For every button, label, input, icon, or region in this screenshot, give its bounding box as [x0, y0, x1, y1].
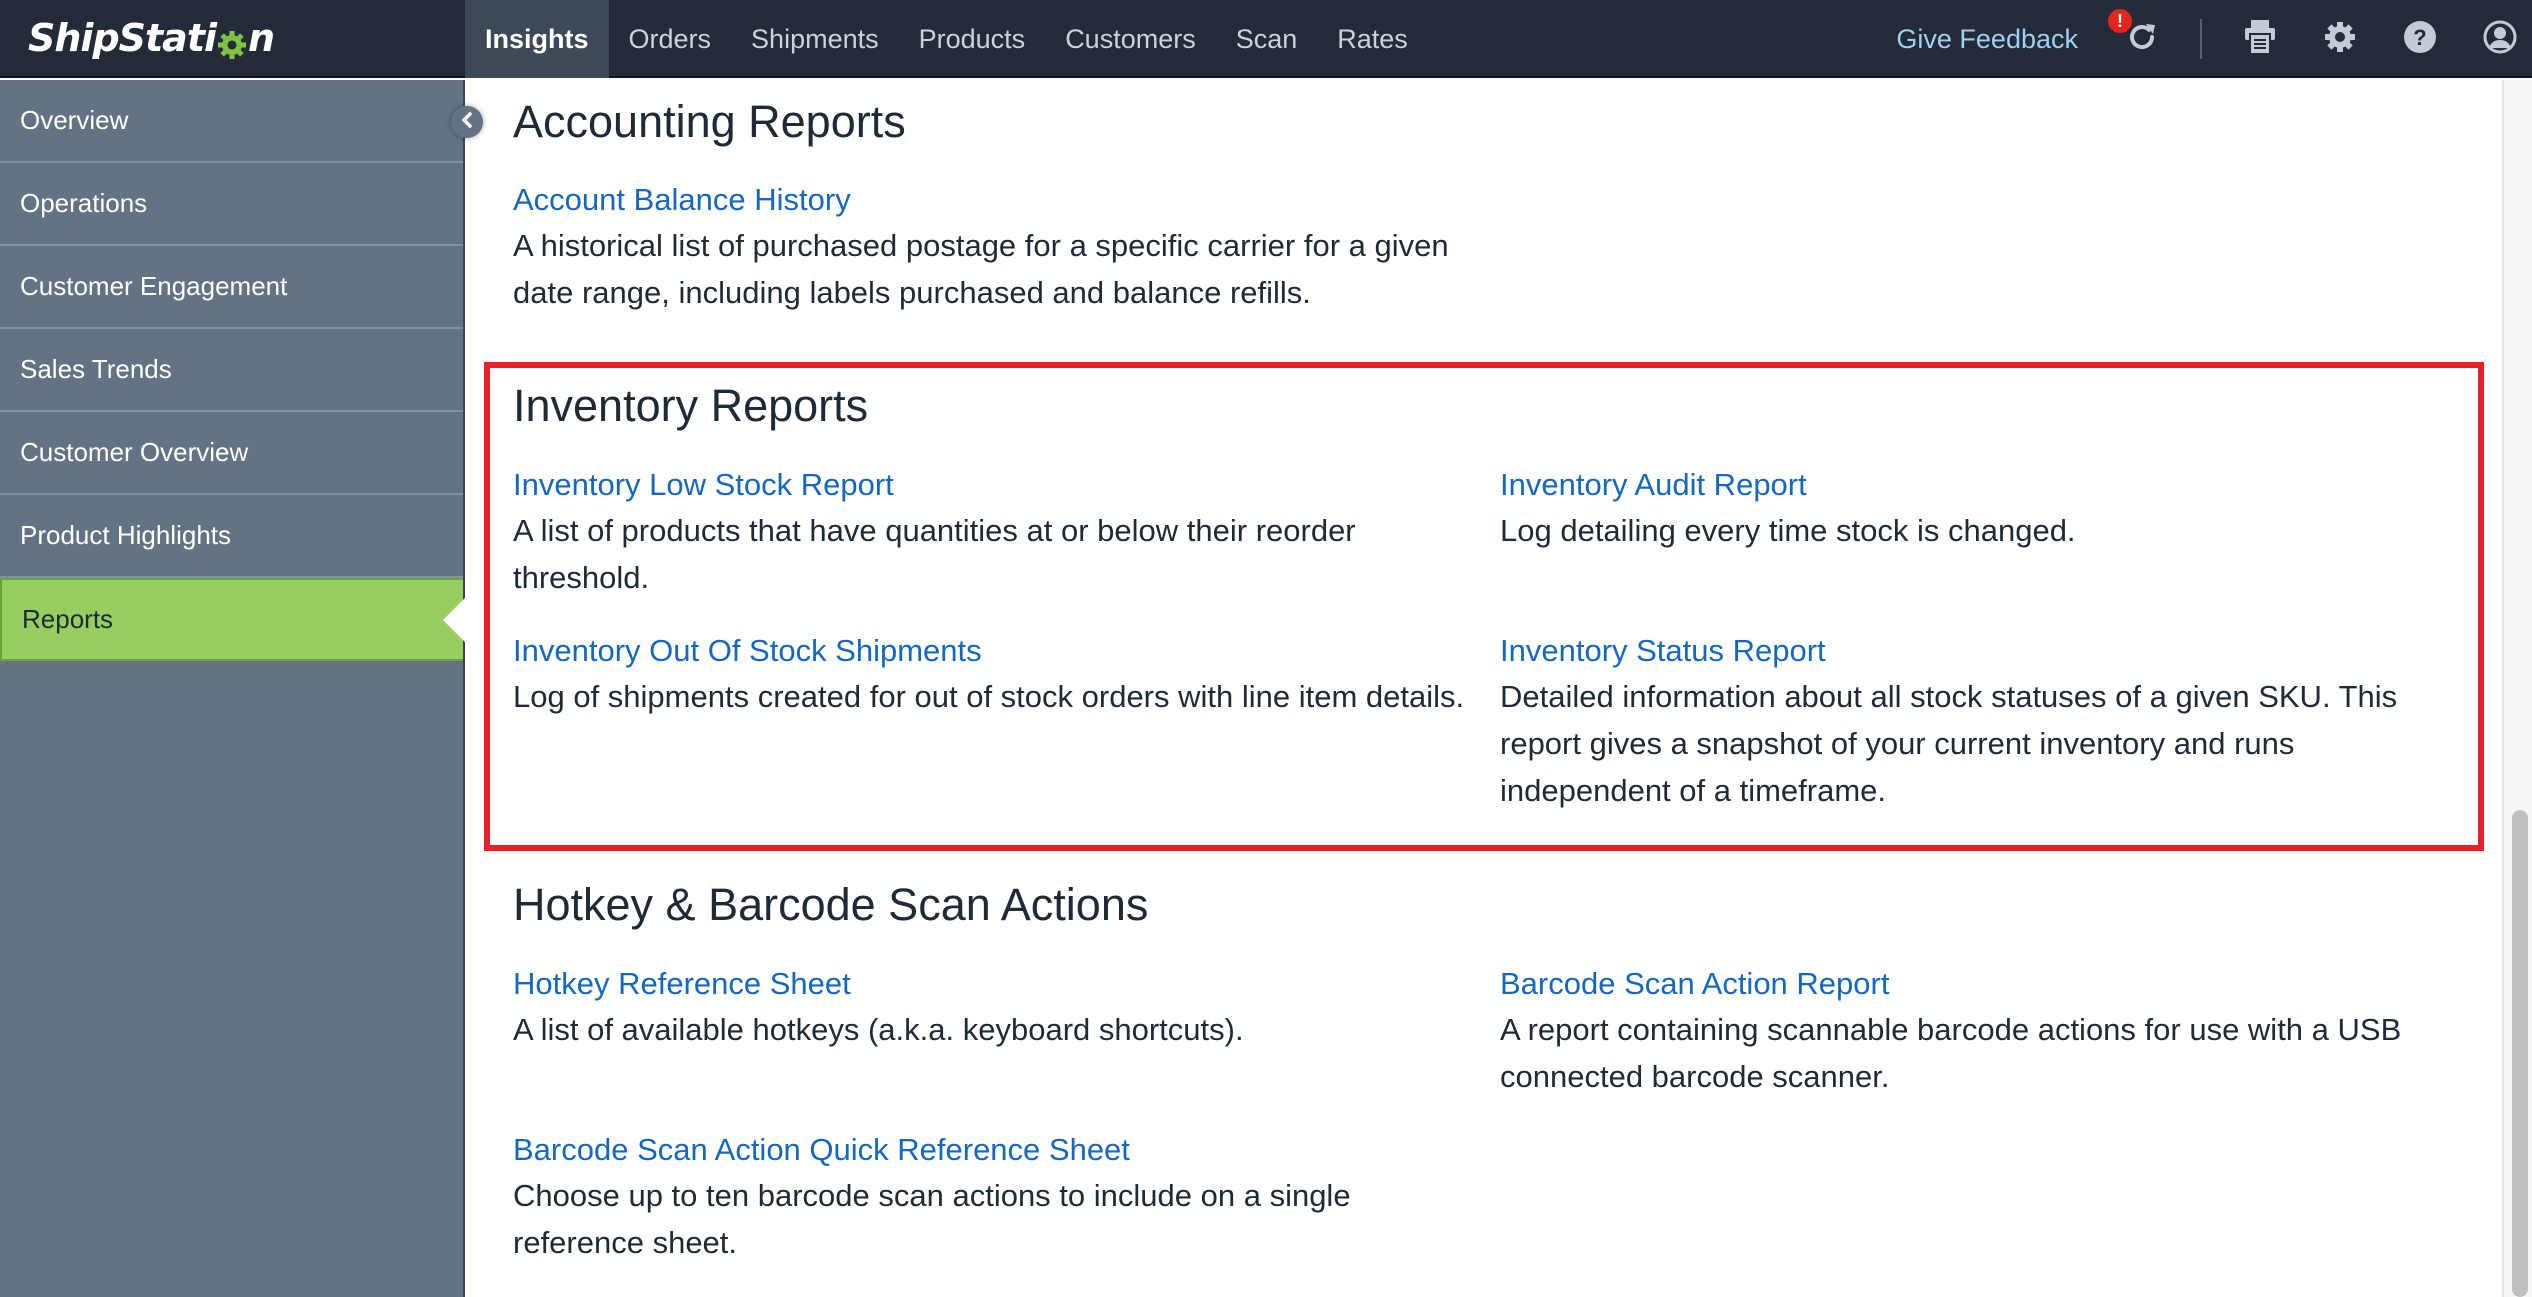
sidebar: Overview Operations Customer Engagement … [0, 80, 465, 1297]
section-title-inventory: Inventory Reports [513, 380, 869, 431]
scrollbar-thumb[interactable] [2512, 810, 2528, 1297]
report-item: Inventory Out Of Stock Shipments Log of … [513, 629, 1473, 720]
report-link-account-balance-history[interactable]: Account Balance History [513, 178, 1473, 222]
report-description: Log detailing every time stock is change… [1500, 513, 2076, 548]
nav-tab-rates[interactable]: Rates [1317, 0, 1428, 78]
report-item: Inventory Status Report Detailed informa… [1500, 629, 2460, 814]
header-divider [2200, 19, 2202, 59]
report-item: Account Balance History A historical lis… [513, 178, 1473, 316]
sidebar-item-operations[interactable]: Operations [0, 163, 463, 246]
nav-tab-insights[interactable]: Insights [465, 0, 609, 78]
chevron-left-icon [459, 111, 475, 134]
report-link-inventory-status[interactable]: Inventory Status Report [1500, 629, 2460, 673]
report-link-hotkey-reference-sheet[interactable]: Hotkey Reference Sheet [513, 962, 1473, 1006]
sidebar-item-label: Product Highlights [20, 520, 231, 550]
help-icon: ? [2403, 20, 2437, 59]
report-link-barcode-quick-reference[interactable]: Barcode Scan Action Quick Reference Shee… [513, 1128, 1473, 1172]
nav-tab-orders[interactable]: Orders [609, 0, 732, 78]
sidebar-item-customer-engagement[interactable]: Customer Engagement [0, 246, 463, 329]
report-link-inventory-low-stock[interactable]: Inventory Low Stock Report [513, 463, 1473, 507]
sidebar-item-product-highlights[interactable]: Product Highlights [0, 495, 463, 578]
printer-icon [2243, 18, 2277, 61]
report-link-inventory-out-of-stock-shipments[interactable]: Inventory Out Of Stock Shipments [513, 629, 1473, 673]
alert-badge: ! [2108, 9, 2132, 33]
logo-text-start: ShipStati [28, 16, 217, 60]
refresh-button[interactable]: ! [2108, 9, 2162, 59]
sidebar-item-reports[interactable]: Reports [0, 578, 465, 661]
report-description: A historical list of purchased postage f… [513, 228, 1449, 310]
section-title-hotkey-barcode: Hotkey & Barcode Scan Actions [513, 879, 1149, 930]
sidebar-item-label: Customer Overview [20, 437, 249, 467]
main-nav: Insights Orders Shipments Products Custo… [465, 0, 1428, 78]
report-description: A list of products that have quantities … [513, 513, 1356, 595]
report-description: Log of shipments created for out of stoc… [513, 679, 1465, 714]
section-title-accounting: Accounting Reports [513, 96, 906, 147]
sidebar-item-label: Operations [20, 188, 148, 218]
sidebar-item-label: Sales Trends [20, 354, 172, 384]
report-link-barcode-scan-action-report[interactable]: Barcode Scan Action Report [1500, 962, 2460, 1006]
report-item: Barcode Scan Action Report A report cont… [1500, 962, 2460, 1100]
collapse-sidebar-button[interactable] [451, 106, 483, 138]
report-description: A report containing scannable barcode ac… [1500, 1012, 2402, 1094]
nav-tab-scan[interactable]: Scan [1216, 0, 1318, 78]
logo-text-end: n [248, 16, 275, 60]
nav-tab-customers[interactable]: Customers [1045, 0, 1216, 78]
report-description: Choose up to ten barcode scan actions to… [513, 1178, 1351, 1260]
user-account-button[interactable] [2480, 19, 2520, 59]
give-feedback-link[interactable]: Give Feedback [1896, 24, 2078, 55]
print-button[interactable] [2240, 19, 2280, 59]
sidebar-item-customer-overview[interactable]: Customer Overview [0, 412, 463, 495]
report-item: Barcode Scan Action Quick Reference Shee… [513, 1128, 1473, 1266]
gear-icon [2323, 20, 2357, 59]
reports-content: Accounting Reports Account Balance Histo… [467, 80, 2497, 1297]
shipstation-logo[interactable]: ShipStati n [28, 12, 275, 64]
report-item: Inventory Low Stock Report A list of pro… [513, 463, 1473, 601]
nav-tab-shipments[interactable]: Shipments [731, 0, 899, 78]
sidebar-item-label: Overview [20, 105, 129, 135]
top-navigation-bar: ShipStati n Insights Orders Shipments Pr… [0, 0, 2532, 78]
sidebar-item-overview[interactable]: Overview [0, 80, 463, 163]
sidebar-item-sales-trends[interactable]: Sales Trends [0, 329, 463, 412]
content-scrollbar[interactable] [2502, 80, 2532, 1297]
header-actions: Give Feedback ! ? [1896, 0, 2532, 78]
svg-text:?: ? [2413, 25, 2426, 50]
nav-tab-products[interactable]: Products [899, 0, 1046, 78]
user-icon [2483, 20, 2517, 59]
settings-button[interactable] [2320, 19, 2360, 59]
sidebar-item-label: Customer Engagement [20, 271, 288, 301]
report-description: Detailed information about all stock sta… [1500, 679, 2398, 808]
help-button[interactable]: ? [2400, 19, 2440, 59]
logo-gear-icon [217, 25, 247, 59]
report-link-inventory-audit[interactable]: Inventory Audit Report [1500, 463, 2460, 507]
report-description: A list of available hotkeys (a.k.a. keyb… [513, 1012, 1244, 1047]
report-item: Hotkey Reference Sheet A list of availab… [513, 962, 1473, 1053]
sidebar-item-label: Reports [22, 604, 114, 634]
report-item: Inventory Audit Report Log detailing eve… [1500, 463, 2460, 554]
